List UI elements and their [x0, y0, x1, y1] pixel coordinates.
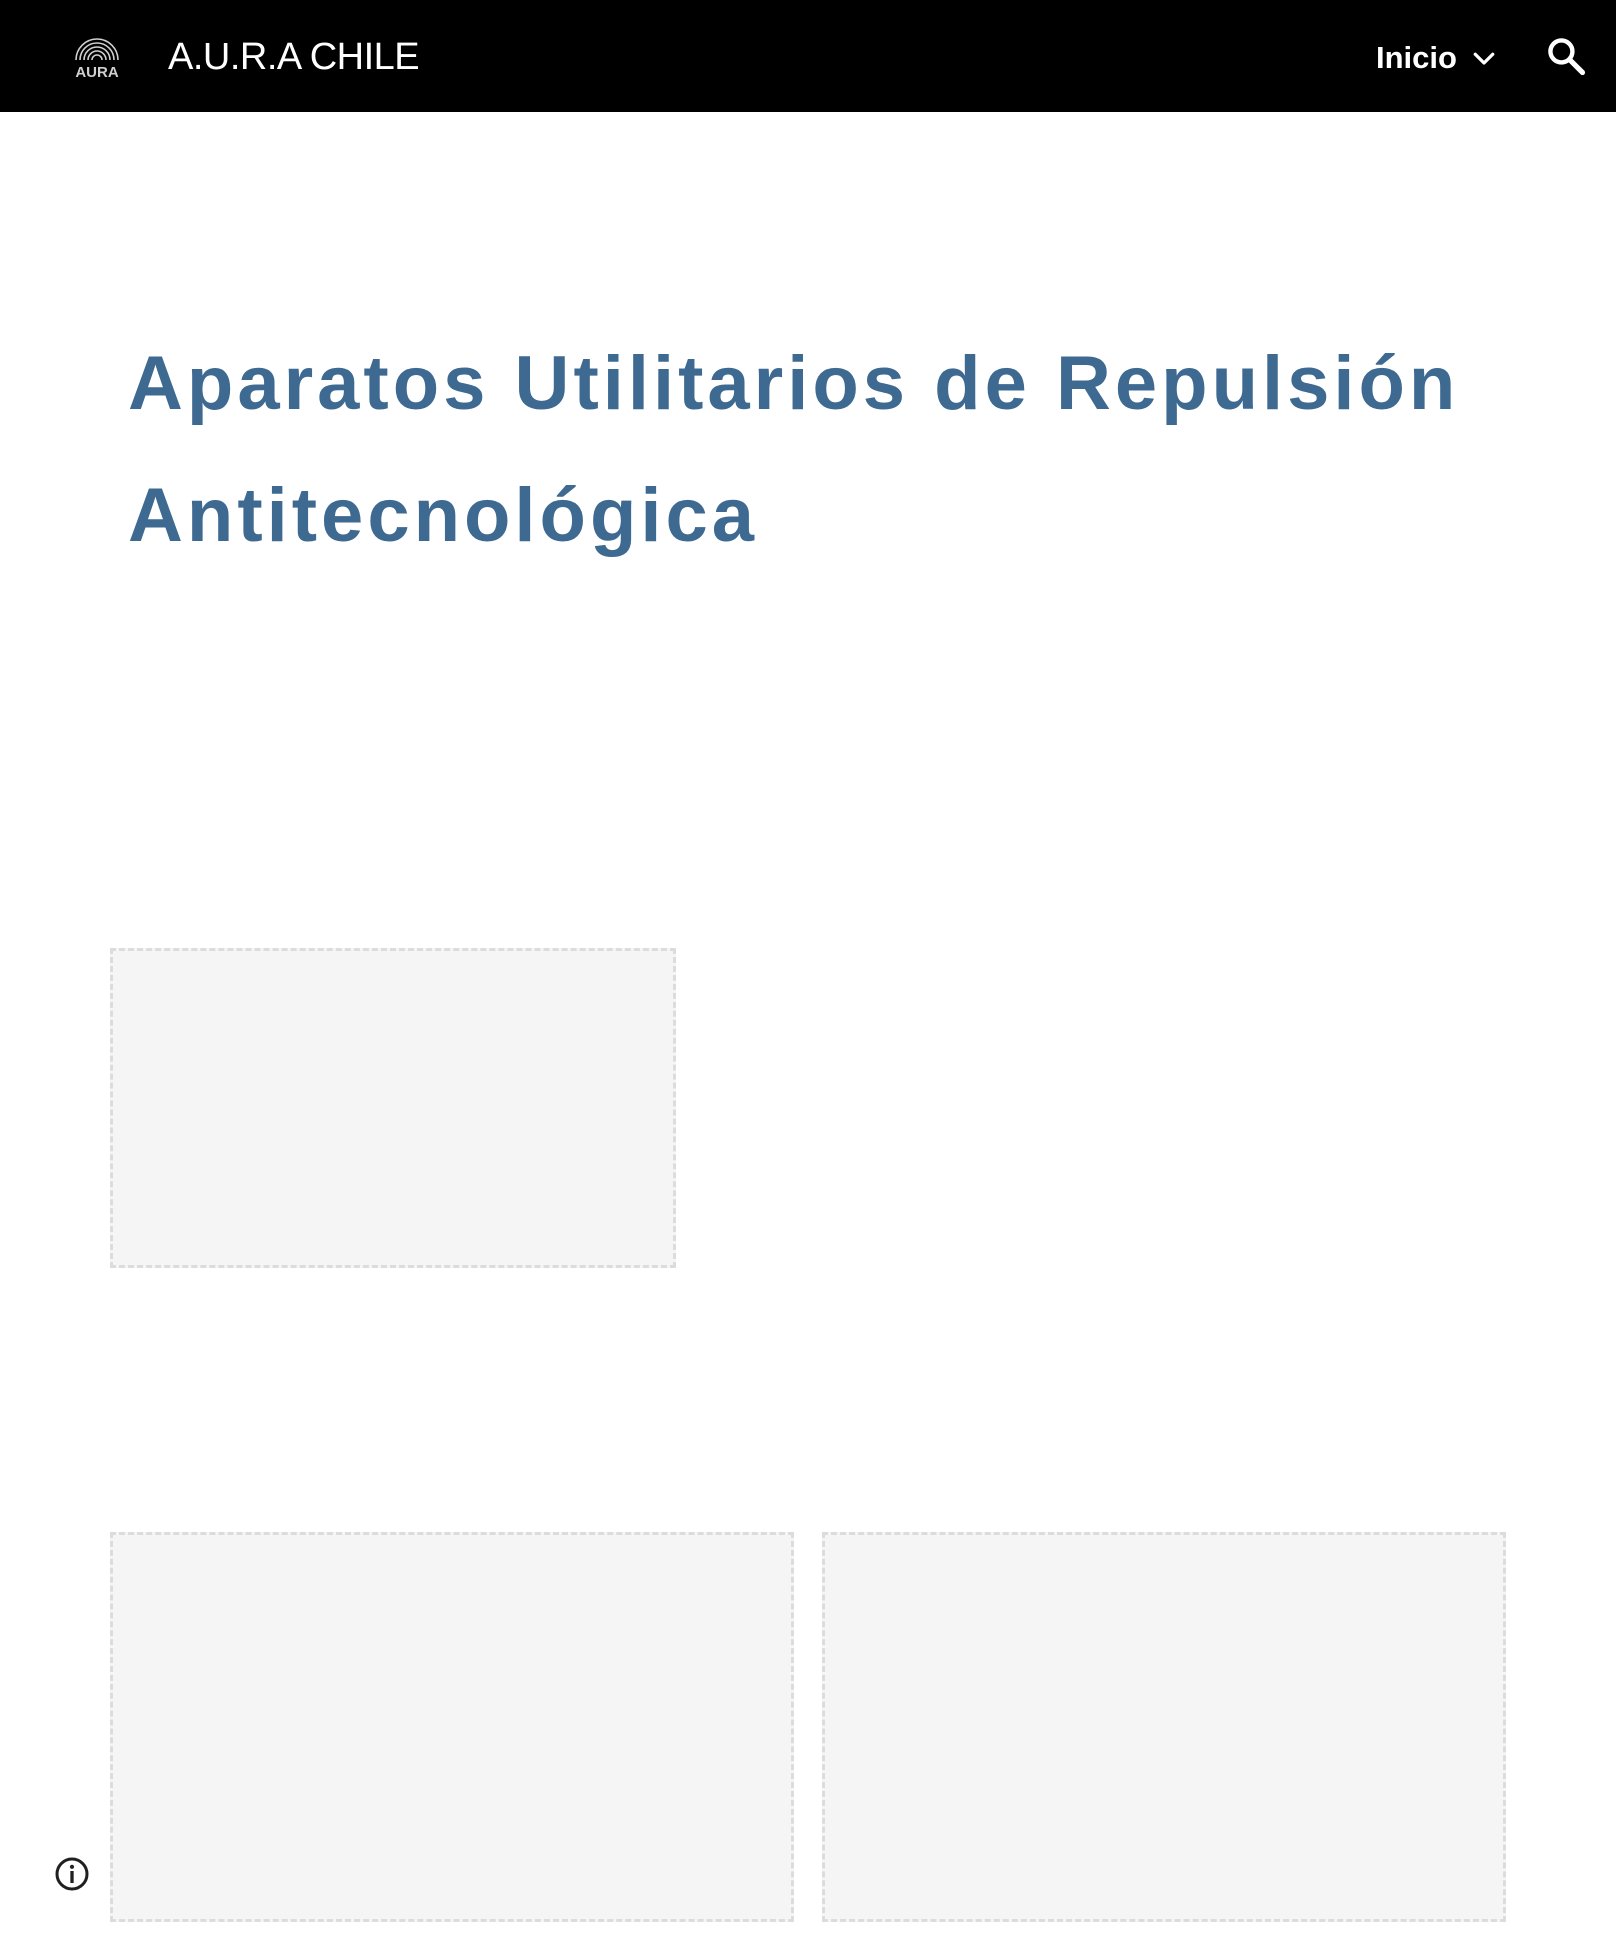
page-heading: Aparatos Utilitarios de Repulsión Antite…	[128, 318, 1528, 582]
site-header: AURA A.U.R.A CHILE Inicio	[0, 0, 1616, 112]
info-icon[interactable]	[54, 1856, 90, 1892]
aura-logo[interactable]: AURA	[68, 30, 126, 80]
heading-initial: A	[128, 473, 187, 558]
heading-word: ntitecnológica	[186, 473, 759, 558]
site-title[interactable]: A.U.R.A CHILE	[168, 34, 420, 80]
heading-line-2: Antitecnológica	[128, 450, 1528, 582]
logo-text: AURA	[75, 64, 118, 80]
embed-placeholder	[110, 948, 676, 1268]
heading-word: epulsión	[1114, 341, 1460, 426]
search-icon[interactable]	[1544, 34, 1588, 78]
heading-initial: U	[514, 341, 574, 426]
nav-label[interactable]: Inicio	[1376, 36, 1457, 80]
embed-placeholder	[110, 1532, 794, 1922]
embed-placeholder	[822, 1532, 1506, 1922]
chevron-down-icon[interactable]	[1469, 43, 1499, 73]
heading-initial: R	[1055, 341, 1115, 426]
heading-word: tilitarios de	[573, 341, 1056, 426]
heading-line-1: Aparatos Utilitarios de Repulsión	[128, 318, 1528, 450]
nav-menu-inicio[interactable]: Inicio	[1376, 36, 1499, 80]
heading-initial: A	[128, 341, 187, 426]
heading-word: paratos	[186, 341, 515, 426]
